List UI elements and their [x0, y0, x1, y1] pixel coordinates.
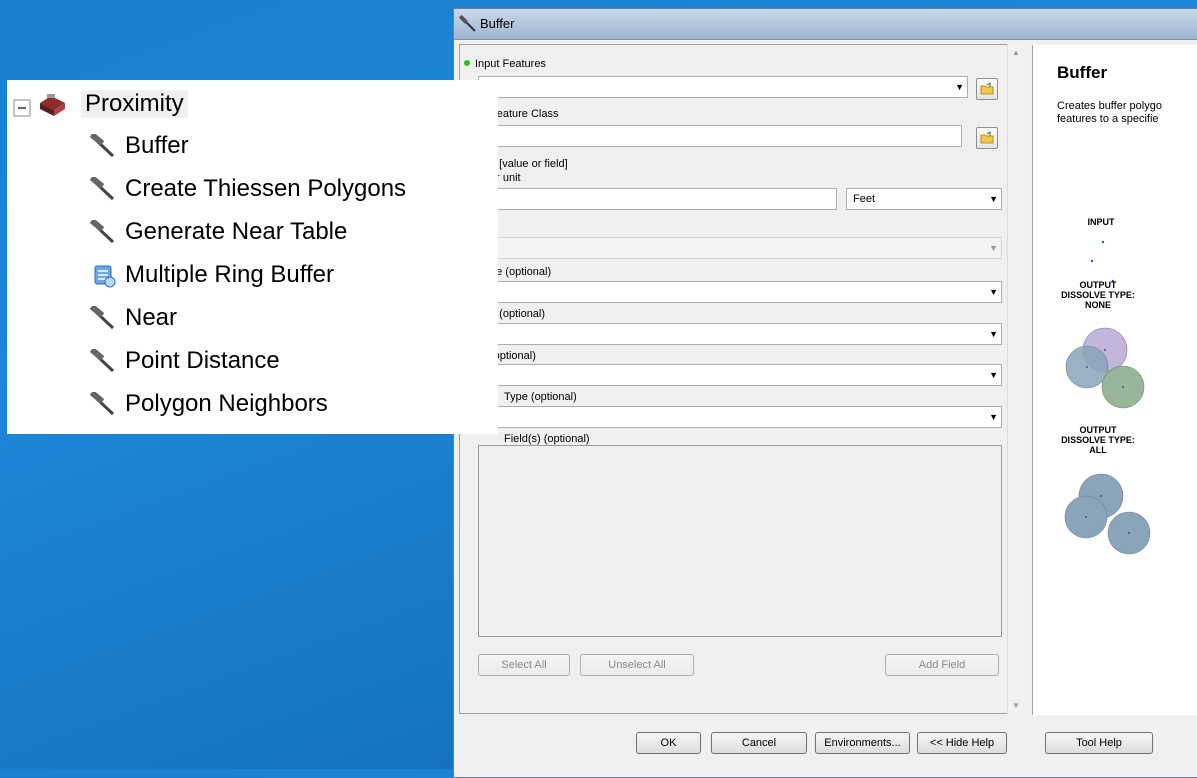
unit-select[interactable]: Feet ▼ [846, 188, 1002, 210]
proximity-toolbox-panel: Proximity Buffer Create Thiessen Polygon… [7, 80, 498, 434]
hammer-icon [89, 175, 117, 208]
input-features-browse-button[interactable] [976, 78, 998, 100]
dissolve-none-diagram [1065, 327, 1145, 409]
method-select[interactable]: R ▼ [478, 364, 1002, 386]
tool-label: Create Thiessen Polygons [125, 175, 407, 202]
chevron-down-icon: ▼ [989, 370, 998, 380]
dissolve-all-diagram [1064, 473, 1151, 555]
toolset-icon [37, 92, 69, 125]
hammer-icon [89, 218, 117, 251]
chevron-down-icon: ▼ [955, 82, 964, 92]
caption-line: DISSOLVE TYPE: [1061, 435, 1135, 445]
scroll-up-icon[interactable]: ▲ [1012, 48, 1020, 57]
chevron-down-icon: ▼ [989, 412, 998, 422]
side-type-select[interactable]: ▼ [478, 281, 1002, 303]
chevron-down-icon: ▼ [989, 243, 998, 253]
output-browse-button[interactable] [976, 127, 998, 149]
script-icon [91, 263, 117, 296]
side-type-label: pe (optional) [490, 266, 552, 278]
tool-help-button[interactable]: Tool Help [1045, 732, 1153, 754]
required-dot-icon [464, 60, 470, 66]
add-field-button[interactable]: Add Field [885, 654, 999, 676]
tool-label: Polygon Neighbors [125, 390, 328, 417]
environments-button[interactable]: Environments... [815, 732, 910, 754]
buffer-dialog: Buffer Input Features ▼ Feature Class e … [453, 8, 1197, 778]
title-bar[interactable]: Buffer [454, 9, 1197, 40]
linear-unit-field[interactable] [478, 188, 837, 210]
help-pane: Buffer Creates buffer polygo features to… [1032, 45, 1197, 715]
unselect-all-button[interactable]: Unselect All [580, 654, 694, 676]
chevron-down-icon: ▼ [989, 194, 998, 204]
chevron-down-icon: ▼ [989, 287, 998, 297]
caption-line: OUTPUT [1079, 280, 1117, 290]
toolset-label: Proximity [81, 90, 188, 118]
help-description: Creates buffer polygo features to a spec… [1057, 100, 1162, 126]
hide-help-button[interactable]: << Hide Help [917, 732, 1007, 754]
caption-line: ALL [1089, 445, 1107, 455]
dissolve-fields-label: Field(s) (optional) [504, 433, 590, 445]
caption-line: OUTPUT [1079, 425, 1117, 435]
dissolve-fields-list[interactable] [478, 445, 1002, 637]
collapse-icon[interactable] [13, 96, 31, 124]
unit-select-value: Feet [853, 193, 876, 205]
chevron-down-icon: ▼ [989, 329, 998, 339]
output-feature-class-label: Feature Class [490, 108, 559, 120]
tool-label: Near [125, 304, 178, 331]
help-desc-line: features to a specifie [1057, 113, 1159, 125]
output-all-caption: OUTPUT DISSOLVE TYPE: ALL [1053, 425, 1143, 455]
select-all-button[interactable]: Select All [478, 654, 570, 676]
input-features-select[interactable]: ▼ [478, 76, 968, 98]
ok-button[interactable]: OK [636, 732, 701, 754]
dissolve-type-select[interactable]: ▼ [478, 406, 1002, 428]
tool-label: Generate Near Table [125, 218, 348, 245]
end-type-label: e (optional) [490, 308, 546, 320]
output-feature-class-field[interactable] [478, 125, 962, 147]
cancel-button[interactable]: Cancel [711, 732, 807, 754]
window-title: Buffer [480, 16, 515, 31]
input-features-label: Input Features [475, 58, 546, 70]
help-desc-line: Creates buffer polygo [1057, 100, 1162, 112]
tool-label: Multiple Ring Buffer [125, 261, 334, 288]
tool-label: Buffer [125, 132, 189, 159]
dissolve-type-label: Type (optional) [504, 391, 577, 403]
hammer-icon [89, 132, 117, 165]
end-type-select[interactable]: ▼ [478, 323, 1002, 345]
form-scrollbar[interactable]: ▲ ▼ [1007, 44, 1026, 714]
caption-line: DISSOLVE TYPE: [1061, 290, 1135, 300]
distance-field-select: ▼ [478, 237, 1002, 259]
hammer-icon [458, 14, 478, 34]
output-none-caption: OUTPUT DISSOLVE TYPE: NONE [1053, 280, 1143, 310]
scroll-down-icon[interactable]: ▼ [1012, 701, 1020, 710]
hammer-icon [89, 304, 117, 337]
input-caption: INPUT [1087, 217, 1115, 227]
hammer-icon [89, 390, 117, 423]
help-title: Buffer [1057, 63, 1108, 82]
folder-icon [980, 82, 994, 95]
parameters-pane: Input Features ▼ Feature Class e [value … [459, 44, 1016, 714]
tool-label: Point Distance [125, 347, 280, 374]
hammer-icon [89, 347, 117, 380]
distance-label: e [value or field] [490, 158, 568, 170]
folder-icon [980, 131, 994, 144]
caption-line: NONE [1084, 300, 1111, 310]
